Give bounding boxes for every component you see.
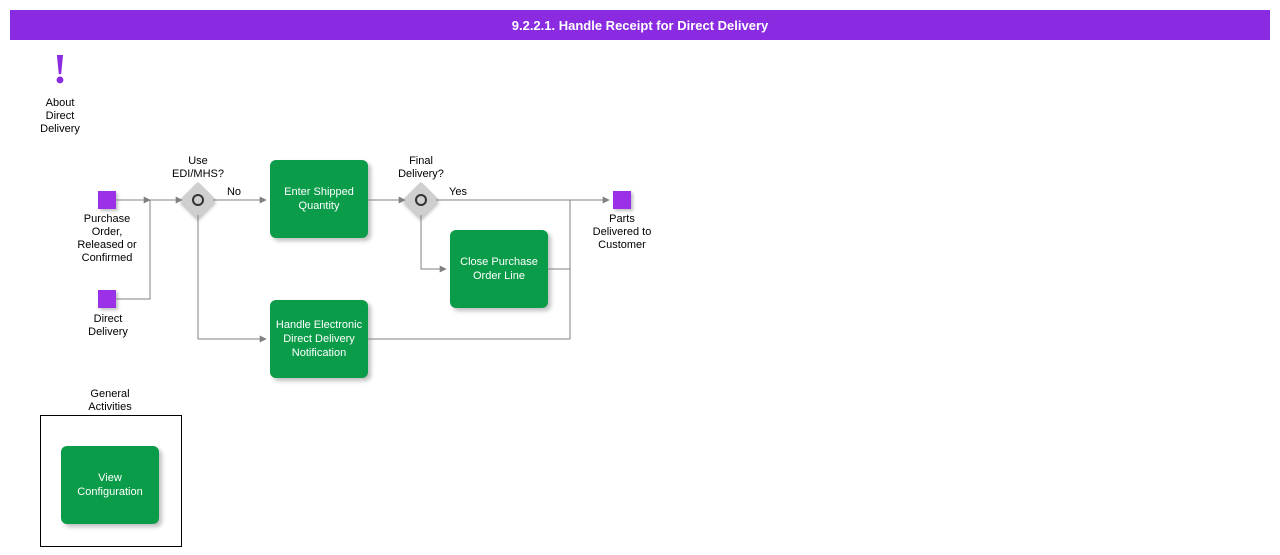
activity-close-po-label: Close Purchase Order Line (454, 255, 544, 283)
event-direct-delivery[interactable] (98, 290, 116, 308)
page-title: 9.2.2.1. Handle Receipt for Direct Deliv… (512, 18, 769, 33)
activity-view-configuration[interactable]: View Configuration (61, 446, 159, 524)
event-purchase-order[interactable] (98, 191, 116, 209)
event-purchase-order-label: Purchase Order, Released or Confirmed (77, 213, 137, 265)
event-direct-delivery-label: Direct Delivery (85, 313, 131, 339)
general-activities-frame: View Configuration (40, 415, 182, 547)
event-parts-delivered[interactable] (613, 191, 631, 209)
gateway-final-delivery[interactable] (408, 187, 434, 213)
activity-enter-shipped[interactable]: Enter Shipped Quantity (270, 160, 368, 238)
page-title-bar: 9.2.2.1. Handle Receipt for Direct Deliv… (10, 10, 1270, 40)
gateway-use-edi[interactable] (185, 187, 211, 213)
activity-enter-shipped-label: Enter Shipped Quantity (274, 185, 364, 213)
activity-handle-edi-label: Handle Electronic Direct Delivery Notifi… (274, 318, 364, 360)
gateway-final-delivery-label: Final Delivery? (395, 155, 447, 181)
gateway-final-delivery-yes: Yes (445, 186, 471, 199)
activity-view-configuration-label: View Configuration (65, 471, 155, 499)
event-parts-delivered-label: Parts Delivered to Customer (588, 213, 656, 252)
gateway-use-edi-no: No (222, 186, 246, 199)
general-activities-title: General Activities (85, 388, 135, 414)
activity-close-po[interactable]: Close Purchase Order Line (450, 230, 548, 308)
activity-handle-edi[interactable]: Handle Electronic Direct Delivery Notifi… (270, 300, 368, 378)
gateway-use-edi-label: Use EDI/MHS? (170, 155, 226, 181)
flow-connectors (0, 0, 1280, 555)
info-icon[interactable]: ! (50, 48, 70, 92)
info-label[interactable]: About Direct Delivery (35, 97, 85, 136)
